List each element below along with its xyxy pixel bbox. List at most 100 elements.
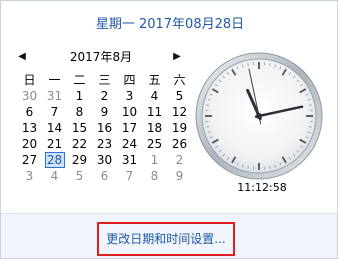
weekday-label: 日	[23, 73, 36, 87]
calendar-day[interactable]: 7	[117, 168, 142, 184]
clock-center-cap	[256, 113, 262, 119]
weekday-label: 四	[123, 73, 136, 87]
calendar-day[interactable]: 2	[92, 88, 117, 104]
calendar-day[interactable]: 18	[142, 120, 167, 136]
calendar-day[interactable]: 1	[67, 88, 92, 104]
calendar-day[interactable]: 7	[42, 104, 67, 120]
calendar-day-number: 22	[71, 137, 88, 151]
calendar-day-number: 4	[50, 169, 59, 183]
calendar-week-row: 27 28 29 30 31 1 2	[17, 152, 192, 168]
calendar-day-number: 6	[100, 169, 109, 183]
calendar-day[interactable]: 27	[17, 152, 42, 168]
calendar-day[interactable]: 15	[67, 120, 92, 136]
calendar-week-row: 20 21 22 23 24 25 26	[17, 136, 192, 152]
calendar-day-number: 11	[146, 105, 163, 119]
calendar-day-number: 7	[50, 105, 59, 119]
calendar-day[interactable]: 2	[167, 152, 192, 168]
calendar-day-number: 16	[96, 121, 113, 135]
calendar-day[interactable]: 26	[167, 136, 192, 152]
calendar-day-number: 31	[121, 153, 138, 167]
calendar-day[interactable]: 1	[142, 152, 167, 168]
calendar-day-number: 9	[175, 169, 184, 183]
clock-minute-tick	[247, 165, 249, 169]
clock-minute-tick	[247, 63, 249, 67]
calendar-day[interactable]: 8	[67, 104, 92, 120]
calendar-day-number: 17	[121, 121, 138, 135]
calendar-day[interactable]: 9	[167, 168, 192, 184]
calendar-day[interactable]: 25	[142, 136, 167, 152]
calendar-day[interactable]: 31	[117, 152, 142, 168]
clock-minute-tick	[206, 104, 210, 106]
calendar-day[interactable]: 3	[17, 168, 42, 184]
calendar-day-number: 2	[100, 89, 109, 103]
calendar-day[interactable]: 16	[92, 120, 117, 136]
month-title[interactable]: 2017年8月	[51, 48, 151, 65]
calendar-day[interactable]: 20	[17, 136, 42, 152]
calendar-day[interactable]: 23	[92, 136, 117, 152]
current-date-link[interactable]: 星期一 2017年08月28日	[1, 13, 337, 32]
calendar-day-number: 20	[21, 137, 38, 151]
calendar-day[interactable]: 21	[42, 136, 67, 152]
calendar-day[interactable]: 5	[167, 88, 192, 104]
weekday-label: 一	[48, 73, 61, 87]
calendar-day[interactable]: 11	[142, 104, 167, 120]
calendar-day-number: 21	[46, 137, 63, 151]
calendar-day[interactable]: 5	[67, 168, 92, 184]
calendar-week-row: 13 14 15 16 17 18 19	[17, 120, 192, 136]
calendar-day-number: 7	[125, 169, 134, 183]
calendar-day-number: 31	[46, 89, 63, 103]
weekday-header-row: 日一二三四五六	[17, 72, 192, 88]
calendar-day[interactable]: 6	[17, 104, 42, 120]
calendar-day[interactable]: 9	[92, 104, 117, 120]
calendar-day-today[interactable]: 28	[42, 152, 67, 168]
calendar-day[interactable]: 24	[117, 136, 142, 152]
calendar-day-number: 4	[150, 89, 159, 103]
calendar-day[interactable]: 17	[117, 120, 142, 136]
calendar-day-number: 1	[75, 89, 84, 103]
calendar-day[interactable]: 13	[17, 120, 42, 136]
calendar-day-number: 10	[121, 105, 138, 119]
calendar-day-number: 2	[175, 153, 184, 167]
calendar-day-number: 25	[146, 137, 163, 151]
calendar-day[interactable]: 14	[42, 120, 67, 136]
clock-minute-tick	[308, 126, 312, 128]
calendar-grid: 日一二三四五六 30 31 1 2 3 4 5 6 7 8 9 10 11 12 13 14 15 16 17 18 19…	[17, 72, 192, 184]
calendar-day[interactable]: 19	[167, 120, 192, 136]
calendar-day[interactable]: 12	[167, 104, 192, 120]
calendar-day[interactable]: 22	[67, 136, 92, 152]
calendar-day-number: 9	[100, 105, 109, 119]
calendar-day[interactable]: 4	[42, 168, 67, 184]
calendar-day[interactable]: 30	[92, 152, 117, 168]
weekday-label: 二	[73, 73, 86, 87]
calendar-day[interactable]: 8	[142, 168, 167, 184]
clock-minute-tick	[269, 63, 271, 67]
calendar-week-row: 6 7 8 9 10 11 12	[17, 104, 192, 120]
change-date-time-settings-link[interactable]: 更改日期和时间设置...	[97, 222, 235, 256]
calendar-day-number: 23	[96, 137, 113, 151]
calendar-day-number: 8	[150, 169, 159, 183]
calendar-day-number: 6	[25, 105, 34, 119]
calendar-day[interactable]: 6	[92, 168, 117, 184]
next-month-arrow-icon[interactable]: ▶	[171, 51, 183, 63]
calendar-day-number: 30	[21, 89, 38, 103]
calendar-day-number: 8	[75, 105, 84, 119]
calendar-day-number: 5	[175, 89, 184, 103]
calendar-day[interactable]: 3	[117, 88, 142, 104]
calendar-day[interactable]: 31	[42, 88, 67, 104]
calendar-day[interactable]: 4	[142, 88, 167, 104]
calendar-day-number: 19	[171, 121, 188, 135]
calendar-day-number: 3	[125, 89, 134, 103]
calendar-day-number: 30	[96, 153, 113, 167]
weekday-label: 六	[173, 73, 186, 87]
analog-clock-icon	[195, 52, 323, 180]
calendar-day-number: 27	[21, 153, 38, 167]
calendar-day-number: 15	[71, 121, 88, 135]
calendar-day[interactable]: 10	[117, 104, 142, 120]
clock-minute-tick	[308, 104, 312, 106]
previous-month-arrow-icon[interactable]: ◀	[16, 51, 28, 63]
calendar-day[interactable]: 30	[17, 88, 42, 104]
clock-minute-tick	[206, 126, 210, 128]
calendar-day[interactable]: 29	[67, 152, 92, 168]
calendar-day-number: 24	[121, 137, 138, 151]
digital-time: 11:12:58	[237, 181, 287, 194]
